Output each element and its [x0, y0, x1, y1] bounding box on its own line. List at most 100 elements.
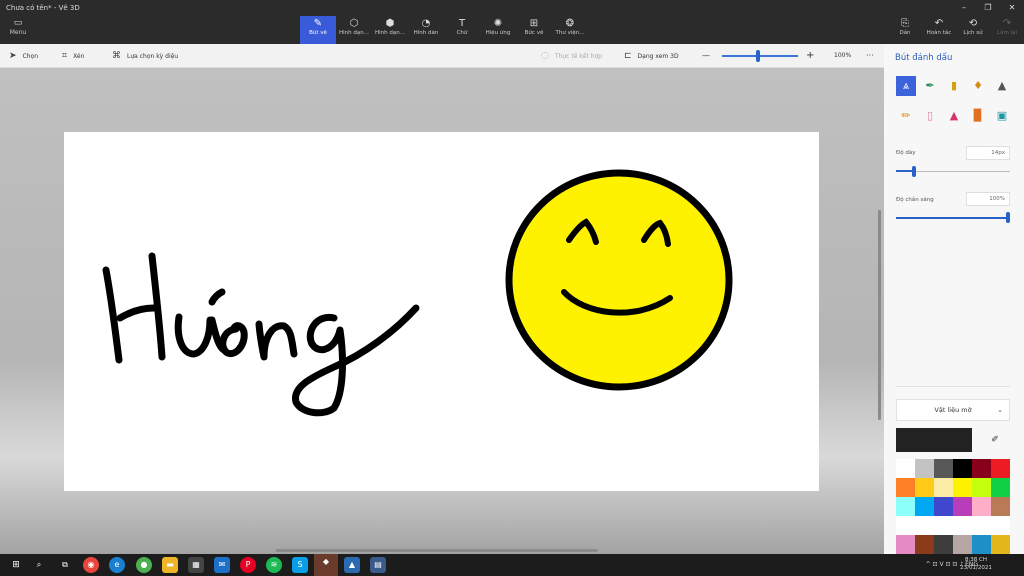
color-swatch[interactable] [896, 497, 915, 516]
zoom-slider-track[interactable] [722, 55, 798, 57]
mixed-reality-button[interactable]: ◌ Thực tế kết hợp [541, 44, 602, 68]
drawing-canvas[interactable] [64, 132, 819, 491]
calligraphy-pen-button[interactable]: ✒ [920, 76, 940, 96]
tab-effects[interactable]: ✺ Hiệu ứng [480, 16, 516, 44]
color-swatch[interactable] [934, 535, 953, 554]
color-swatch[interactable] [972, 459, 991, 478]
horizontal-scrollbar[interactable] [276, 549, 598, 552]
color-swatch[interactable] [896, 535, 915, 554]
color-swatch[interactable] [953, 535, 972, 554]
current-color-swatch[interactable] [896, 428, 972, 452]
3d-view-button[interactable]: ⊏ Dạng xem 3D [624, 44, 679, 68]
color-swatch[interactable] [972, 478, 991, 497]
tab-label: Hiệu ứng [485, 30, 511, 36]
paint3d-taskbar-icon[interactable]: ◆ [314, 554, 338, 576]
tab-canvas[interactable]: ⊞ Bức vẽ [516, 16, 552, 44]
tab-3d-shapes[interactable]: ⬢ Hình dạn... [372, 16, 408, 44]
eraser-button[interactable]: ▯ [920, 106, 940, 126]
thickness-input[interactable]: 14px [966, 146, 1010, 160]
zoom-slider-thumb[interactable] [756, 50, 760, 62]
crop-button[interactable]: ⌗ Xén [62, 44, 84, 68]
close-button[interactable]: ✕ [1000, 0, 1024, 16]
opacity-input[interactable]: 100% [966, 192, 1010, 206]
thickness-slider-fill [896, 170, 912, 172]
color-swatch[interactable] [972, 516, 991, 535]
task-view-icon[interactable]: ⧉ [57, 557, 73, 573]
pinterest-icon[interactable]: P [240, 557, 256, 573]
undo-button[interactable]: ↶ Hoàn tác [922, 16, 956, 44]
color-swatch[interactable] [991, 478, 1010, 497]
spray-can-icon: ▉ [973, 109, 983, 122]
more-options-button[interactable]: ··· [866, 44, 874, 68]
edge-icon[interactable]: e [109, 557, 125, 573]
app-icon[interactable]: ● [136, 557, 152, 573]
oil-brush-button[interactable]: ▮ [944, 76, 964, 96]
color-swatch[interactable] [915, 497, 934, 516]
color-swatch[interactable] [972, 535, 991, 554]
color-swatch[interactable] [953, 459, 972, 478]
color-swatch[interactable] [934, 478, 953, 497]
paste-label: Dán [899, 30, 911, 36]
vertical-scrollbar[interactable] [878, 210, 881, 420]
fill-button[interactable]: ▣ [992, 106, 1012, 126]
color-swatch[interactable] [991, 535, 1010, 554]
color-swatch[interactable] [915, 459, 934, 478]
material-dropdown[interactable]: Vật liệu mờ ⌄ [896, 399, 1010, 421]
thickness-slider-thumb[interactable] [912, 166, 916, 177]
color-swatch[interactable] [972, 497, 991, 516]
history-button[interactable]: ⟲ Lịch sử [956, 16, 990, 44]
crayon-button[interactable]: ▲ [944, 106, 964, 126]
color-swatch[interactable] [953, 478, 972, 497]
marker-brush-button[interactable]: ⩓ [896, 76, 916, 96]
file-explorer-icon[interactable]: ▬ [162, 557, 178, 573]
redo-button[interactable]: ↷ Làm lại [990, 16, 1024, 44]
opacity-slider-thumb[interactable] [1006, 212, 1010, 223]
color-swatch[interactable] [934, 516, 953, 535]
store-icon[interactable]: ▦ [188, 557, 204, 573]
color-swatch[interactable] [991, 497, 1010, 516]
color-swatch[interactable] [991, 459, 1010, 478]
calculator-icon[interactable]: ▤ [370, 557, 386, 573]
color-swatch[interactable] [934, 497, 953, 516]
tab-brushes[interactable]: ✎ Bút vẽ [300, 16, 336, 44]
tab-2d-shapes[interactable]: ⬡ Hình dạn... [336, 16, 372, 44]
photos-icon[interactable]: ▲ [344, 557, 360, 573]
tab-3d-library[interactable]: ❂ Thư viện... [552, 16, 588, 44]
eyedropper-button[interactable]: ✐ [980, 428, 1010, 452]
spotify-icon[interactable]: ≋ [266, 557, 282, 573]
select-button[interactable]: ➤ Chọn [9, 44, 38, 68]
search-icon[interactable]: ⌕ [31, 557, 47, 573]
color-swatch[interactable] [953, 497, 972, 516]
zoom-in-button[interactable]: + [806, 44, 814, 68]
menu-button[interactable]: ▭ Menu [6, 18, 30, 40]
color-swatch[interactable] [991, 516, 1010, 535]
3d-view-label: Dạng xem 3D [637, 53, 679, 60]
color-swatch[interactable] [896, 478, 915, 497]
color-swatch[interactable] [896, 459, 915, 478]
color-swatch[interactable] [915, 516, 934, 535]
zoom-out-button[interactable]: — [702, 44, 710, 68]
skype-icon[interactable]: S [292, 557, 308, 573]
clock[interactable]: 8:38 CH 23/01/2021 [956, 556, 996, 572]
maximize-button[interactable]: ❐ [976, 0, 1000, 16]
library-icon: ❂ [565, 18, 575, 29]
tab-text[interactable]: T Chữ [444, 16, 480, 44]
color-swatch[interactable] [896, 516, 915, 535]
chevron-down-icon: ⌄ [997, 406, 1003, 414]
mail-icon[interactable]: ✉ [214, 557, 230, 573]
minimize-button[interactable]: – [952, 0, 976, 16]
windows-start-icon[interactable]: ⊞ [8, 557, 24, 573]
spray-can-button[interactable]: ▉ [968, 106, 988, 126]
chrome-icon[interactable]: ◉ [83, 557, 99, 573]
color-swatch[interactable] [934, 459, 953, 478]
color-swatch[interactable] [915, 535, 934, 554]
magic-select-button[interactable]: ⌘ Lựa chọn kỳ diệu [112, 44, 178, 68]
color-swatch[interactable] [915, 478, 934, 497]
fill-bucket-icon: ▣ [996, 109, 1008, 122]
tab-stickers[interactable]: ◔ Hình dán [408, 16, 444, 44]
pencil-button[interactable]: ✏ [896, 106, 916, 126]
pixel-pen-button[interactable]: ▲ [992, 76, 1012, 96]
paste-button[interactable]: ⎘ Dán [888, 16, 922, 44]
watercolor-button[interactable]: ♦ [968, 76, 988, 96]
color-swatch[interactable] [953, 516, 972, 535]
